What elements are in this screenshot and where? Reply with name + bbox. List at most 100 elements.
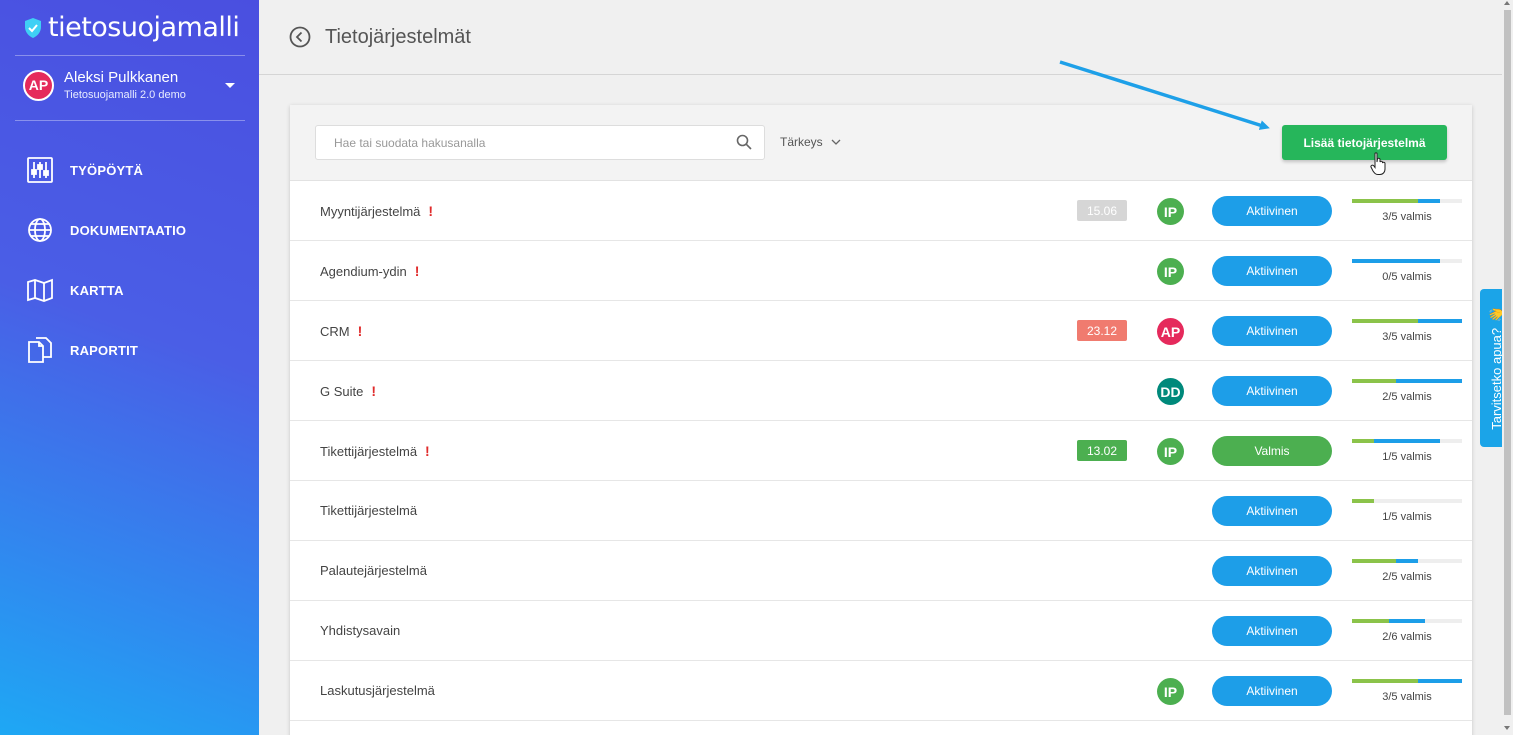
- progress: 1/5 valmis: [1352, 499, 1462, 523]
- progress-bar: [1352, 559, 1462, 563]
- system-name[interactable]: Tikettijärjestelmä!: [320, 443, 430, 459]
- owner-avatar: IP: [1157, 438, 1184, 465]
- progress: 2/5 valmis: [1352, 559, 1462, 583]
- search-box: [315, 125, 765, 160]
- table-row[interactable]: Agendium-ydin! IP Aktiivinen 0/5 valmis: [290, 241, 1472, 301]
- table-row[interactable]: Tikettijärjestelmä Aktiivinen 1/5 valmis: [290, 481, 1472, 541]
- progress-label: 2/6 valmis: [1382, 631, 1432, 643]
- shield-icon: [25, 17, 41, 38]
- status-badge[interactable]: Valmis: [1212, 436, 1332, 466]
- sort-dropdown[interactable]: Tärkeys: [780, 135, 841, 149]
- system-name[interactable]: Yhdistysavain: [320, 623, 400, 638]
- system-name-text: Agendium-ydin: [320, 263, 407, 279]
- logo-text: tietosuojamalli: [48, 12, 240, 43]
- status-badge[interactable]: Aktiivinen: [1212, 676, 1332, 706]
- progress-bar: [1352, 319, 1462, 323]
- table-row[interactable]: Laskutusjärjestelmä IP Aktiivinen 3/5 valm…: [290, 661, 1472, 721]
- map-icon: [26, 276, 54, 304]
- system-name[interactable]: Tikettijärjestelmä: [320, 503, 417, 518]
- progress-label: 0/5 valmis: [1382, 271, 1432, 283]
- owner-avatar: IP: [1157, 198, 1184, 225]
- progress-label: 1/5 valmis: [1382, 511, 1432, 523]
- progress-label: 3/5 valmis: [1382, 691, 1432, 703]
- progress-bar: [1352, 439, 1462, 443]
- scroll-up-icon[interactable]: [1504, 1, 1510, 5]
- sidebar-item-raportit[interactable]: RAPORTIT: [26, 320, 186, 380]
- table-row[interactable]: Myyntijärjestelmä! 15.06 IP Aktiivinen 3/5 …: [290, 181, 1472, 241]
- divider: [15, 55, 245, 56]
- progress-fill-done: [1352, 199, 1418, 203]
- user-organization: Tietosuojamalli 2.0 demo: [64, 89, 186, 101]
- progress-fill-done: [1352, 379, 1396, 383]
- owner-avatar: IP: [1157, 678, 1184, 705]
- table-row[interactable]: G Suite! DD Aktiivinen 2/5 valmis: [290, 361, 1472, 421]
- system-name-text: G Suite: [320, 383, 364, 399]
- progress-label: 1/5 valmis: [1382, 451, 1432, 463]
- system-name[interactable]: Agendium-ydin!: [320, 263, 419, 279]
- progress-bar: [1352, 199, 1462, 203]
- progress-bar: [1352, 619, 1462, 623]
- documents-icon: [26, 336, 54, 364]
- user-menu[interactable]: AP Aleksi Pulkkanen Tietosuojamalli 2.0 …: [23, 69, 239, 101]
- scroll-down-icon[interactable]: [1504, 726, 1510, 730]
- sidebar-item-tyopoyta[interactable]: TYÖPÖYTÄ: [26, 140, 186, 200]
- toolbar: Tärkeys Lisää tietojärjestelmä: [290, 105, 1472, 181]
- search-icon[interactable]: [736, 134, 752, 150]
- logo[interactable]: tietosuojamalli: [24, 12, 240, 43]
- progress: 1/5 valmis: [1352, 439, 1462, 463]
- sidebar: tietosuojamalli AP Aleksi Pulkkanen Tiet…: [0, 0, 259, 735]
- system-name[interactable]: CRM!: [320, 323, 362, 339]
- system-name[interactable]: Myyntijärjestelmä!: [320, 203, 433, 219]
- system-name-text: Myyntijärjestelmä: [320, 203, 421, 219]
- deadline-badge: 15.06: [1077, 200, 1127, 221]
- system-name-text: Palautejärjestelmä: [320, 563, 427, 578]
- progress-label: 2/5 valmis: [1382, 391, 1432, 403]
- system-name[interactable]: Palautejärjestelmä: [320, 563, 427, 578]
- scrollbar[interactable]: [1502, 0, 1513, 735]
- table-row[interactable]: Yhdistysavain Aktiivinen 2/6 valmis: [290, 601, 1472, 661]
- status-badge[interactable]: Aktiivinen: [1212, 616, 1332, 646]
- owner-avatar: IP: [1157, 258, 1184, 285]
- systems-panel: Tärkeys Lisää tietojärjestelmä Myyntijär…: [290, 105, 1472, 735]
- status-badge[interactable]: Aktiivinen: [1212, 376, 1332, 406]
- sidebar-item-dokumentaatio[interactable]: DOKUMENTAATIO: [26, 200, 186, 260]
- sidebar-item-label: TYÖPÖYTÄ: [70, 162, 144, 178]
- status-badge[interactable]: Aktiivinen: [1212, 256, 1332, 286]
- system-name[interactable]: Laskutusjärjestelmä: [320, 683, 435, 698]
- progress-bar: [1352, 679, 1462, 683]
- status-badge[interactable]: Aktiivinen: [1212, 316, 1332, 346]
- table-row[interactable]: CRM! 23.12 AP Aktiivinen 3/5 valmis: [290, 301, 1472, 361]
- globe-icon: [26, 216, 54, 244]
- status-badge[interactable]: Aktiivinen: [1212, 496, 1332, 526]
- avatar: AP: [23, 69, 54, 101]
- table-row[interactable]: Palautejärjestelmä Aktiivinen 2/5 valmis: [290, 541, 1472, 601]
- add-system-button[interactable]: Lisää tietojärjestelmä: [1282, 125, 1447, 160]
- back-arrow-icon[interactable]: [289, 26, 311, 48]
- important-icon: !: [371, 383, 377, 399]
- page-header: Tietojärjestelmät: [259, 0, 1502, 75]
- sort-label: Tärkeys: [780, 135, 823, 149]
- hand-cursor-icon: [1370, 152, 1386, 175]
- status-badge[interactable]: Aktiivinen: [1212, 196, 1332, 226]
- sidebar-item-kartta[interactable]: KARTTA: [26, 260, 186, 320]
- sidebar-item-label: DOKUMENTAATIO: [70, 222, 187, 238]
- progress: 3/5 valmis: [1352, 679, 1462, 703]
- progress: 3/5 valmis: [1352, 319, 1462, 343]
- progress-fill-done: [1352, 619, 1389, 623]
- progress-label: 2/5 valmis: [1382, 571, 1432, 583]
- search-input[interactable]: [316, 126, 716, 159]
- user-name: Aleksi Pulkkanen: [64, 69, 179, 86]
- table-row[interactable]: Tikettijärjestelmä! 13.02 IP Valmis 1/5 val…: [290, 421, 1472, 481]
- progress-fill-done: [1352, 679, 1418, 683]
- deadline-badge: 23.12: [1077, 320, 1127, 341]
- scrollbar-thumb[interactable]: [1504, 10, 1511, 715]
- progress-label: 3/5 valmis: [1382, 331, 1432, 343]
- sidebar-item-label: RAPORTIT: [70, 342, 139, 358]
- systems-list: Myyntijärjestelmä! 15.06 IP Aktiivinen 3/5 …: [290, 181, 1472, 721]
- status-badge[interactable]: Aktiivinen: [1212, 556, 1332, 586]
- progress: 2/6 valmis: [1352, 619, 1462, 643]
- system-name[interactable]: G Suite!: [320, 383, 376, 399]
- progress-fill-done: [1352, 499, 1374, 503]
- page-title: Tietojärjestelmät: [325, 26, 471, 48]
- chevron-down-icon[interactable]: [225, 82, 235, 88]
